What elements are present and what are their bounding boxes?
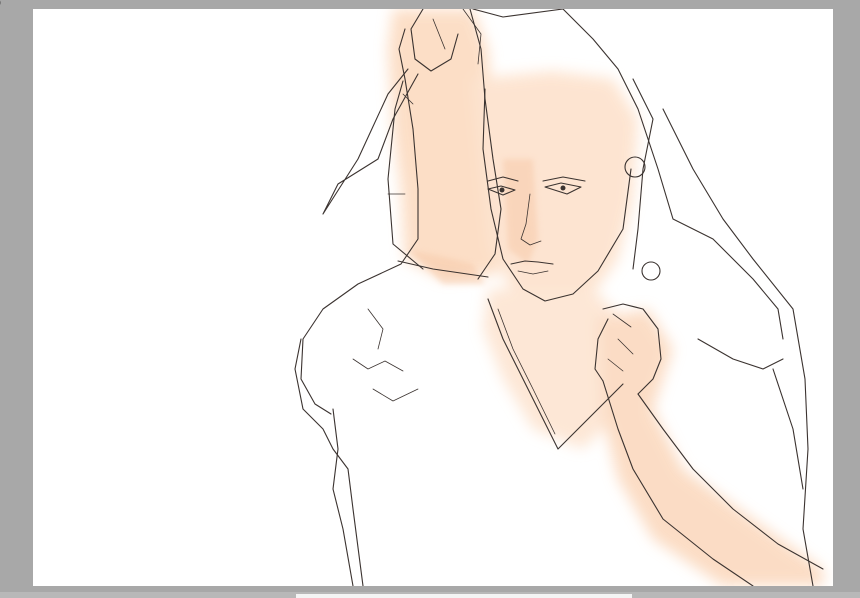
drawing-canvas[interactable] xyxy=(33,9,833,586)
corner-glyph: ) xyxy=(0,0,1,8)
horizontal-scrollbar[interactable] xyxy=(0,592,860,598)
workspace-background: ) xyxy=(0,0,860,598)
artwork-sketch xyxy=(294,9,824,586)
horizontal-scroll-thumb[interactable] xyxy=(296,594,632,598)
skin-shading xyxy=(388,9,823,586)
